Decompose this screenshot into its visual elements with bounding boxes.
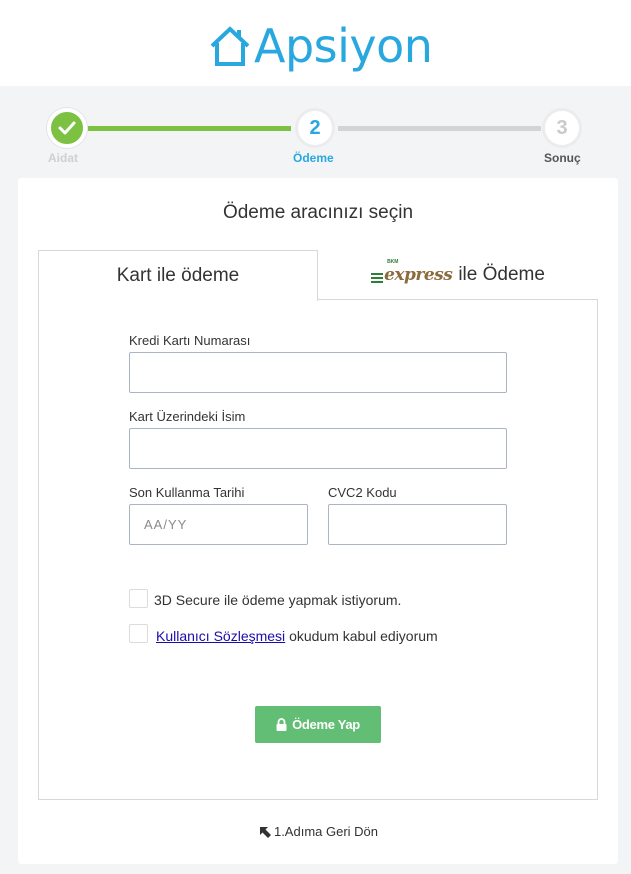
cvc-label: CVC2 Kodu xyxy=(328,485,397,500)
pay-button-label: Ödeme Yap xyxy=(292,717,360,732)
header: Apsiyon xyxy=(0,0,631,86)
tab-card-payment[interactable]: Kart ile ödeme xyxy=(38,250,318,301)
3d-secure-label: 3D Secure ile ödeme yapmak istiyorum. xyxy=(154,592,402,608)
user-agreement-link[interactable]: Kullanıcı Sözleşmesi xyxy=(156,628,285,644)
step-connector-completed xyxy=(88,126,291,131)
brand-name: Apsiyon xyxy=(254,19,433,73)
3d-secure-checkbox[interactable] xyxy=(129,589,148,608)
agreement-text: Kullanıcı Sözleşmesi okudum kabul ediyor… xyxy=(156,628,438,644)
apsiyon-logo[interactable]: Apsiyon xyxy=(208,14,433,78)
step-1-circle xyxy=(47,108,87,148)
bkm-express-logo: BKM express xyxy=(371,259,453,285)
card-number-input[interactable] xyxy=(129,352,507,393)
pay-button[interactable]: Ödeme Yap xyxy=(255,706,381,743)
step-3-label: Sonuç xyxy=(544,151,581,165)
express-bars-icon xyxy=(371,272,384,285)
progress-stepper: 2 3 Aidat Ödeme Sonuç xyxy=(0,100,631,170)
cvc-input[interactable] xyxy=(328,504,507,545)
express-logo-text: express xyxy=(384,264,453,285)
step-2-label: Ödeme xyxy=(293,151,334,165)
check-icon xyxy=(58,121,76,135)
card-name-label: Kart Üzerindeki İsim xyxy=(129,409,246,424)
expiry-input[interactable] xyxy=(129,504,308,545)
payment-card: Ödeme aracınızı seçin Kart ile ödeme BKM… xyxy=(18,178,618,864)
tab-bkm-express-payment[interactable]: BKM express ile Ödeme xyxy=(318,250,598,300)
expiry-label: Son Kullanma Tarihi xyxy=(129,485,245,500)
step-2-circle: 2 xyxy=(295,108,335,148)
card-name-input[interactable] xyxy=(129,428,507,469)
tab-bkm-express-label: ile Ödeme xyxy=(458,263,545,285)
step-2-number: 2 xyxy=(309,116,321,139)
agreement-suffix: okudum kabul ediyorum xyxy=(289,628,438,644)
agreement-checkbox[interactable] xyxy=(129,624,148,643)
step-1-label: Aidat xyxy=(48,151,78,165)
page-title: Ödeme aracınızı seçin xyxy=(222,202,414,223)
bkm-logo-sub: BKM xyxy=(387,258,399,265)
card-number-label: Kredi Kartı Numarası xyxy=(129,333,251,348)
step-3-circle: 3 xyxy=(542,108,582,148)
step-connector-pending xyxy=(338,126,541,131)
step-3-number: 3 xyxy=(556,116,568,139)
tab-card-payment-label: Kart ile ödeme xyxy=(116,265,240,286)
lock-icon xyxy=(276,718,287,731)
house-icon xyxy=(210,26,250,66)
back-to-step-1-link[interactable]: 1.Adıma Geri Dön xyxy=(18,824,618,839)
arrow-up-left-icon xyxy=(259,826,271,838)
back-link-label: 1.Adıma Geri Dön xyxy=(273,824,379,839)
